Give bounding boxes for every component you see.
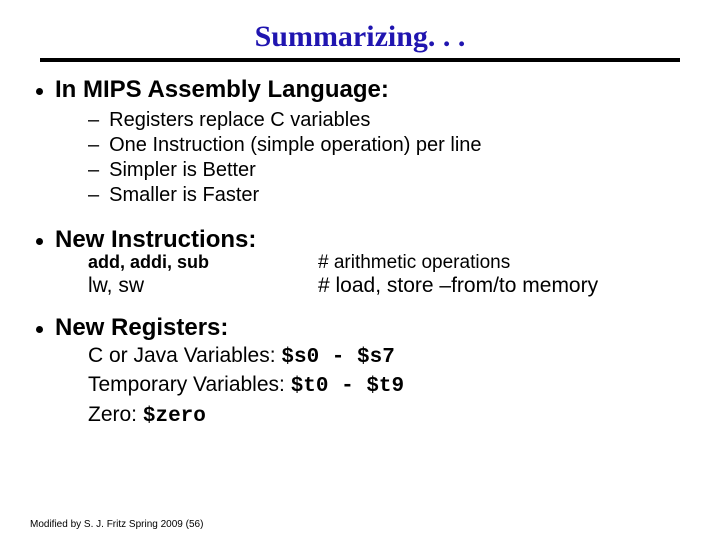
bullet-icon	[36, 88, 43, 95]
section3-heading-row: New Registers:	[30, 314, 690, 342]
slide: Summarizing. . . In MIPS Assembly Langua…	[0, 0, 720, 540]
instruction-comment: # arithmetic operations	[318, 252, 510, 274]
reg-code: $t0	[291, 375, 329, 398]
list-item-text: Registers replace C variables	[109, 108, 370, 133]
list-item: – One Instruction (simple operation) per…	[88, 133, 690, 158]
section3-heading: New Registers:	[55, 314, 228, 342]
bullet-icon	[36, 238, 43, 245]
section2-heading: New Instructions:	[55, 226, 256, 254]
instruction-ops: lw, sw	[88, 274, 318, 298]
section1-list: – Registers replace C variables – One In…	[30, 108, 690, 208]
dash-icon: –	[88, 133, 99, 158]
list-item-text: Simpler is Better	[109, 158, 256, 183]
instruction-comment: # load, store –from/to memory	[318, 274, 598, 298]
reg-code: $s0	[281, 346, 319, 369]
reg-sep: -	[329, 375, 367, 398]
title-underline	[40, 58, 680, 62]
register-line: Zero: $zero	[88, 401, 690, 430]
list-item: – Registers replace C variables	[88, 108, 690, 133]
reg-code: $s7	[357, 346, 395, 369]
registers-block: C or Java Variables: $s0 - $s7 Temporary…	[30, 342, 690, 430]
instruction-ops: add, addi, sub	[88, 252, 318, 273]
section1-heading: In MIPS Assembly Language:	[55, 76, 389, 104]
instruction-row: add, addi, sub # arithmetic operations	[88, 252, 690, 274]
footer: Modified by S. J. Fritz Spring 2009 (56)	[30, 519, 203, 530]
instructions-block: add, addi, sub # arithmetic operations l…	[30, 252, 690, 298]
register-line: C or Java Variables: $s0 - $s7	[88, 342, 690, 371]
reg-label: C or Java Variables:	[88, 344, 281, 367]
instruction-row: lw, sw # load, store –from/to memory	[88, 274, 690, 298]
bullet-icon	[36, 326, 43, 333]
reg-code: $zero	[143, 405, 206, 428]
list-item-text: Smaller is Faster	[109, 183, 259, 208]
list-item: – Smaller is Faster	[88, 183, 690, 208]
dash-icon: –	[88, 183, 99, 208]
list-item-text: One Instruction (simple operation) per l…	[109, 133, 481, 158]
reg-label: Temporary Variables:	[88, 373, 291, 396]
list-item: – Simpler is Better	[88, 158, 690, 183]
reg-code: $t9	[366, 375, 404, 398]
dash-icon: –	[88, 108, 99, 133]
slide-title: Summarizing. . .	[30, 20, 690, 54]
reg-label: Zero:	[88, 403, 143, 426]
dash-icon: –	[88, 158, 99, 183]
reg-sep: -	[319, 346, 357, 369]
section2-heading-row: New Instructions:	[30, 226, 690, 254]
section1-heading-row: In MIPS Assembly Language:	[30, 76, 690, 104]
register-line: Temporary Variables: $t0 - $t9	[88, 371, 690, 400]
